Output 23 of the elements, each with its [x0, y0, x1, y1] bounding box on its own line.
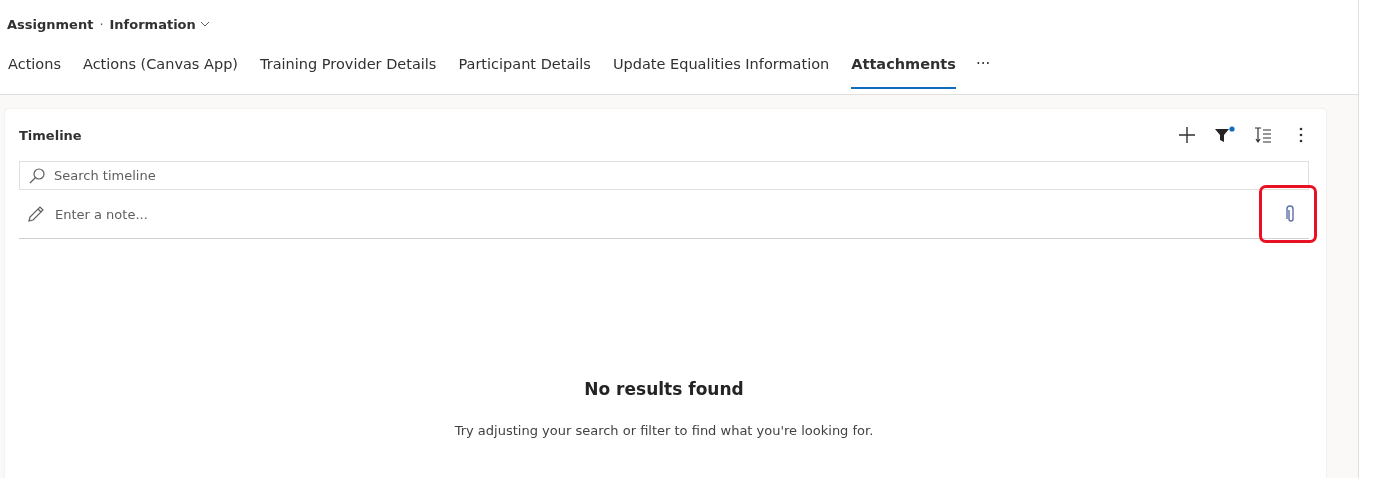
- form-selector[interactable]: Information: [109, 16, 210, 32]
- pencil-icon: [27, 205, 45, 223]
- timeline-title: Timeline: [19, 127, 83, 143]
- tab[interactable]: Actions: [0, 34, 69, 94]
- tab[interactable]: Update Equalities Information: [604, 34, 838, 94]
- search-field[interactable]: Search timeline: [19, 161, 1309, 190]
- note-field[interactable]: Enter a note...: [53, 205, 1271, 223]
- chevron-down-icon: [199, 19, 210, 29]
- empty-state-title: No results found: [584, 379, 744, 399]
- search-icon: [29, 168, 45, 184]
- tab[interactable]: Training Provider Details: [252, 34, 445, 94]
- entity-name: Assignment: [7, 16, 94, 32]
- plus-icon: [1178, 126, 1196, 144]
- empty-state-message: Try adjusting your search or filter to find what you're looking for.: [454, 423, 874, 438]
- tab[interactable]: Attachments: [843, 34, 964, 94]
- tab[interactable]: Participant Details: [450, 34, 599, 94]
- separator: ·: [99, 16, 104, 32]
- paperclip-icon: [1286, 205, 1296, 223]
- more-vertical-icon: [1299, 127, 1303, 143]
- more-tabs-button[interactable]: ···: [969, 34, 997, 94]
- tab[interactable]: Actions (Canvas App): [74, 34, 246, 94]
- sort-list-icon: [1254, 126, 1272, 144]
- filter-icon: [1214, 126, 1236, 144]
